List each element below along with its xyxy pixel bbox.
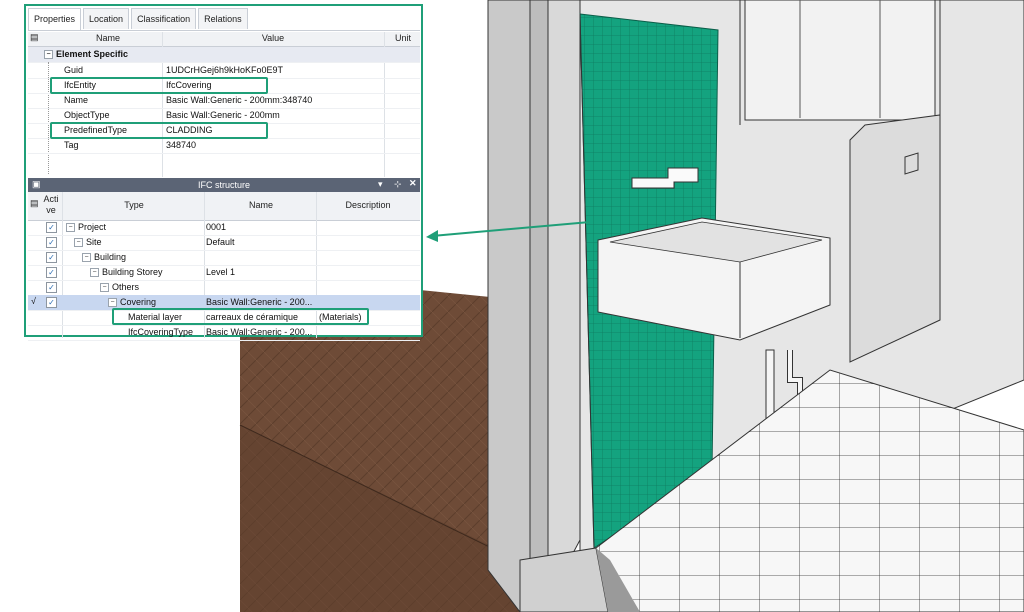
active-checkbox[interactable]: ✓ bbox=[46, 252, 57, 263]
collapse-icon[interactable]: − bbox=[66, 223, 75, 232]
collapse-icon[interactable]: − bbox=[100, 283, 109, 292]
col-name-header[interactable]: Name bbox=[206, 200, 316, 210]
tree-type: Others bbox=[112, 282, 140, 292]
active-checkbox[interactable]: ✓ bbox=[46, 267, 57, 278]
close-icon[interactable]: ✕ bbox=[409, 178, 417, 189]
property-value: 348740 bbox=[166, 140, 197, 150]
tree-type: Building bbox=[94, 252, 127, 262]
tab-properties[interactable]: Properties bbox=[28, 8, 82, 31]
tree-row[interactable]: ✓ − Project 0001 bbox=[28, 220, 420, 236]
ifc-structure-title: IFC structure bbox=[197, 180, 250, 190]
property-name: ObjectType bbox=[64, 110, 110, 120]
properties-panel: Properties Location Classification Relat… bbox=[24, 4, 423, 341]
active-checkbox[interactable]: ✓ bbox=[46, 297, 57, 308]
highlight-material-layer bbox=[112, 308, 369, 325]
tree-type: Covering bbox=[120, 297, 157, 307]
highlight-ifcentity bbox=[50, 77, 268, 94]
highlight-predefinedtype bbox=[50, 122, 268, 139]
col-type-header[interactable]: Type bbox=[64, 200, 204, 210]
ifc-structure-header: ▤ Acti ve Type Name Description bbox=[28, 192, 420, 221]
grid-options-icon[interactable]: ▤ bbox=[30, 32, 39, 43]
tree-name: Default bbox=[206, 237, 235, 247]
grid-options-icon[interactable]: ▤ bbox=[30, 198, 39, 209]
ifc-structure-titlebar: ▣ IFC structure ▾ ⊹ ✕ bbox=[28, 178, 420, 192]
property-value: Basic Wall:Generic - 200mm bbox=[166, 110, 280, 120]
collapse-icon[interactable]: − bbox=[82, 253, 91, 262]
category-label: Element Specific bbox=[56, 49, 129, 59]
tree-type: Building Storey bbox=[102, 267, 163, 277]
collapse-icon[interactable]: − bbox=[44, 50, 53, 59]
tree-name: Basic Wall:Generic - 200... bbox=[206, 297, 313, 307]
tab-location[interactable]: Location bbox=[83, 8, 130, 29]
tree-name: Basic Wall:Generic - 200... bbox=[206, 327, 313, 337]
property-name: Name bbox=[64, 95, 89, 105]
collapse-icon[interactable]: − bbox=[74, 238, 83, 247]
properties-grid: ▤ Name Value Unit − Element Specific Gui… bbox=[28, 30, 420, 177]
tree-name: Level 1 bbox=[206, 267, 236, 277]
properties-header: ▤ Name Value Unit bbox=[28, 32, 420, 47]
active-checkbox[interactable]: ✓ bbox=[46, 282, 57, 293]
property-row[interactable]: Name Basic Wall:Generic - 200mm:348740 bbox=[28, 93, 420, 109]
tree-row[interactable]: ✓ − Building Storey Level 1 bbox=[28, 265, 420, 281]
col-value-header[interactable]: Value bbox=[168, 33, 378, 43]
col-name-header[interactable]: Name bbox=[68, 33, 148, 43]
tab-bar: Properties Location Classification Relat… bbox=[28, 8, 250, 31]
tree-row[interactable]: ✓ − Building bbox=[28, 250, 420, 266]
col-unit-header[interactable]: Unit bbox=[386, 33, 420, 43]
category-row[interactable]: − Element Specific bbox=[28, 47, 420, 63]
property-name: Tag bbox=[64, 140, 79, 150]
active-checkbox[interactable]: ✓ bbox=[46, 222, 57, 233]
collapse-icon[interactable]: − bbox=[90, 268, 99, 277]
tree-row[interactable]: ✓ − Site Default bbox=[28, 235, 420, 251]
property-value: 1UDCrHGej6h9kHoKFo0E9T bbox=[166, 65, 284, 75]
tree-type: Project bbox=[78, 222, 107, 232]
current-row-indicator: √ bbox=[31, 296, 36, 306]
tree-row[interactable]: ✓ − Others bbox=[28, 280, 420, 296]
dropdown-icon[interactable]: ▾ bbox=[378, 179, 383, 190]
active-checkbox[interactable]: ✓ bbox=[46, 237, 57, 248]
tree-name: 0001 bbox=[206, 222, 227, 232]
pin-icon[interactable]: ⊹ bbox=[394, 179, 402, 190]
tree-row[interactable]: IfcCoveringType Basic Wall:Generic - 200… bbox=[28, 325, 420, 341]
tree-type: Site bbox=[86, 237, 102, 247]
collapse-icon[interactable]: − bbox=[108, 298, 117, 307]
col-description-header[interactable]: Description bbox=[318, 200, 418, 210]
property-row[interactable]: Tag 348740 bbox=[28, 138, 420, 154]
property-value: Basic Wall:Generic - 200mm:348740 bbox=[166, 95, 313, 105]
tab-classification[interactable]: Classification bbox=[131, 8, 197, 29]
tab-relations[interactable]: Relations bbox=[198, 8, 248, 29]
property-name: Guid bbox=[64, 65, 84, 75]
tree-type: IfcCoveringType bbox=[128, 327, 194, 337]
col-active-header[interactable]: Acti ve bbox=[42, 194, 60, 216]
